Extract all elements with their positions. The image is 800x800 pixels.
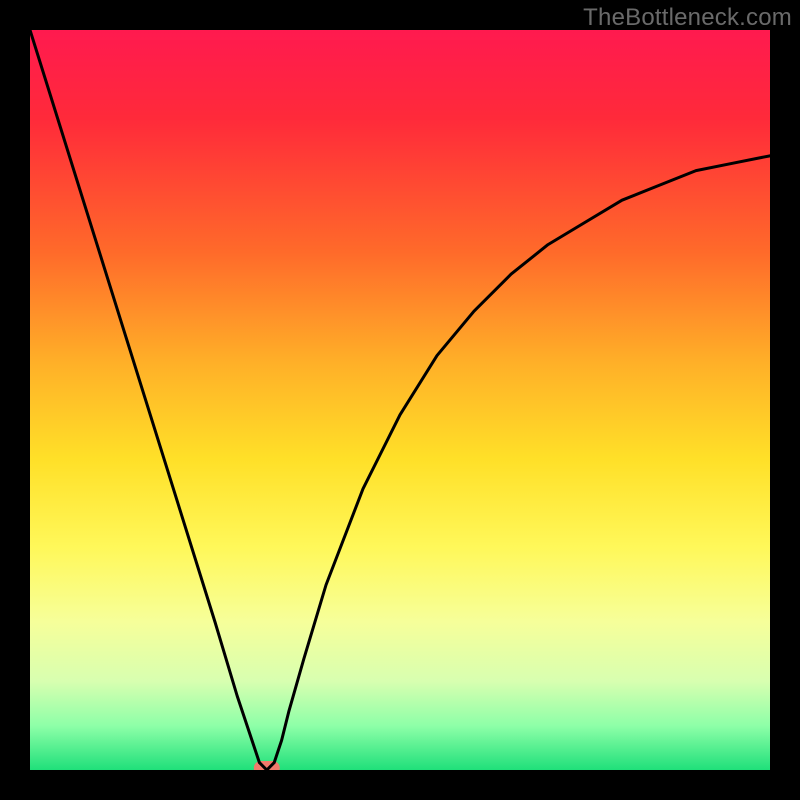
- chart-svg: [30, 30, 770, 770]
- plot-area: [30, 30, 770, 770]
- watermark-text: TheBottleneck.com: [583, 4, 792, 32]
- gradient-background: [30, 30, 770, 770]
- chart-frame: TheBottleneck.com: [0, 0, 800, 800]
